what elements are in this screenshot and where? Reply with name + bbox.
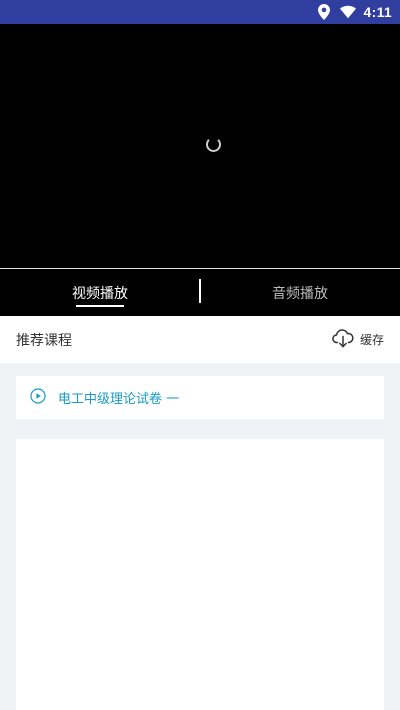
course-title: 电工中级理论试卷 一 [58, 392, 180, 407]
video-player[interactable] [0, 24, 400, 268]
tab-audio-label: 音频播放 [272, 285, 328, 302]
course-item[interactable]: 电工中级理论试卷 一 [16, 376, 384, 419]
section-header: 推荐课程 缓存 [0, 316, 400, 363]
tab-active-indicator [76, 305, 124, 307]
wifi-icon [339, 4, 356, 20]
section-title: 推荐课程 [16, 332, 72, 349]
status-time: 4:11 [363, 4, 392, 20]
tab-audio[interactable]: 音频播放 [200, 269, 400, 316]
cloud-download-icon [332, 328, 354, 351]
play-circle-icon [30, 387, 46, 408]
tab-video-label: 视频播放 [72, 285, 128, 302]
loading-spinner [206, 137, 221, 152]
status-bar: 4:11 [0, 0, 400, 24]
tab-video[interactable]: 视频播放 [0, 269, 200, 316]
cache-button[interactable]: 缓存 [332, 328, 384, 351]
location-icon [316, 4, 332, 20]
cache-label: 缓存 [359, 333, 384, 347]
content-panel [16, 439, 384, 710]
media-tabs: 视频播放 音频播放 [0, 269, 400, 316]
